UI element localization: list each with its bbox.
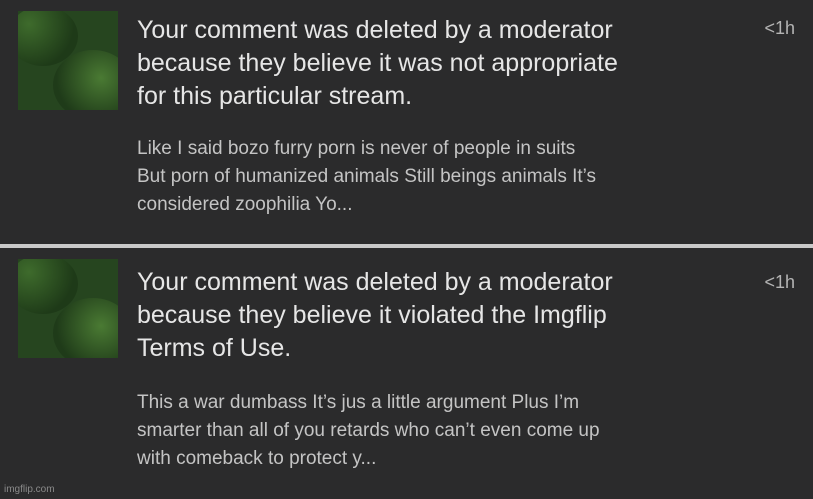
meme-thumbnail[interactable]: [18, 11, 118, 110]
comment-line: Like I said bozo furry porn is never of …: [137, 138, 576, 159]
headline-line: because they believe it was not appropri…: [137, 49, 618, 77]
notification-headline: Your comment was deleted by a moderator …: [137, 14, 737, 113]
notification-item-2[interactable]: Your comment was deleted by a moderator …: [0, 248, 813, 499]
deleted-comment-text[interactable]: This a war dumbass It’s jus a little arg…: [137, 389, 787, 473]
headline-line: because they believe it violated the Img…: [137, 301, 607, 329]
notification-item-1[interactable]: Your comment was deleted by a moderator …: [0, 0, 813, 244]
notification-time: <1h: [764, 18, 795, 38]
notification-time: <1h: [764, 272, 795, 292]
meme-thumbnail[interactable]: [18, 259, 118, 358]
comment-line: But porn of humanized animals Still bein…: [137, 166, 597, 187]
comment-line: This a war dumbass It’s jus a little arg…: [137, 392, 580, 413]
headline-line: Your comment was deleted by a moderator: [137, 268, 613, 296]
deleted-comment-text[interactable]: Like I said bozo furry porn is never of …: [137, 135, 787, 219]
notification-headline: Your comment was deleted by a moderator …: [137, 266, 737, 365]
comment-line: smarter than all of you retards who can’…: [137, 420, 600, 441]
headline-line: for this particular stream.: [137, 82, 413, 110]
headline-line: Your comment was deleted by a moderator: [137, 16, 613, 44]
headline-line: Terms of Use.: [137, 334, 292, 362]
comment-line: considered zoophilia Yo...: [137, 194, 353, 215]
imgflip-watermark: imgflip.com: [4, 484, 55, 495]
comment-line: with comeback to protect y...: [137, 448, 377, 469]
